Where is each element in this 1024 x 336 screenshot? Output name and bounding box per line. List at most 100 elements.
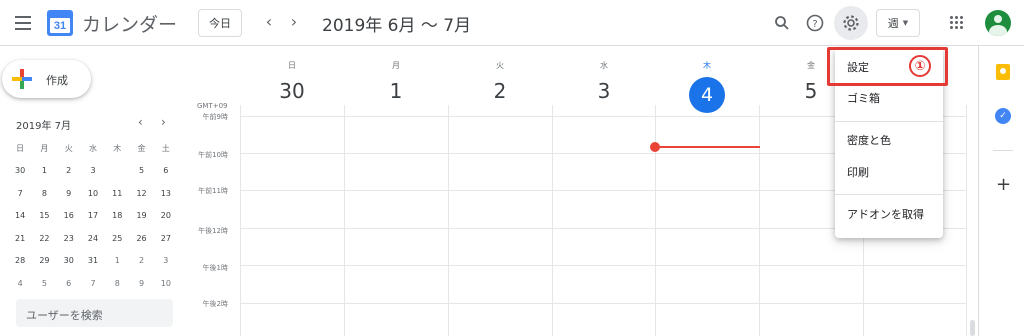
mini-day[interactable]: 4 xyxy=(8,279,32,288)
view-select-value: 週 xyxy=(887,17,899,30)
mini-day[interactable]: 18 xyxy=(105,211,129,220)
mini-day[interactable]: 15 xyxy=(32,211,56,220)
today-day-number[interactable]: 4 xyxy=(689,77,725,113)
mini-day[interactable]: 19 xyxy=(129,211,153,220)
day-column-header-today[interactable]: 木 4 xyxy=(655,60,759,113)
day-name: 水 xyxy=(600,61,608,70)
menu-item-trash[interactable]: ゴミ箱 xyxy=(835,84,943,112)
plus-icon xyxy=(12,69,32,89)
keep-icon[interactable] xyxy=(996,64,1010,80)
account-avatar[interactable] xyxy=(985,10,1011,36)
create-label: 作成 xyxy=(46,74,68,87)
menu-icon[interactable] xyxy=(12,12,34,34)
day-gridline xyxy=(448,105,449,336)
mini-day[interactable]: 10 xyxy=(154,279,178,288)
day-number[interactable]: 2 xyxy=(448,79,552,103)
day-number[interactable]: 1 xyxy=(344,79,448,103)
mini-calendar-week: 4 5 6 7 8 9 10 xyxy=(8,272,178,295)
weekday-label: 月 xyxy=(40,143,49,153)
mini-day[interactable]: 30 xyxy=(8,166,32,175)
today-button[interactable]: 今日 xyxy=(198,9,242,37)
mini-day[interactable]: 23 xyxy=(57,234,81,243)
apps-icon[interactable] xyxy=(950,16,964,30)
mini-day[interactable]: 20 xyxy=(154,211,178,220)
mini-prev-month-button[interactable]: ‹ xyxy=(138,115,143,129)
mini-calendar-week: 14 15 16 17 18 19 20 xyxy=(8,205,178,228)
create-button[interactable]: 作成 xyxy=(2,60,91,98)
day-number[interactable]: 3 xyxy=(552,79,656,103)
side-panel-separator xyxy=(993,150,1013,151)
mini-day[interactable]: 8 xyxy=(32,189,56,198)
date-range-title: 2019年 6月 〜 7月 xyxy=(322,16,472,36)
mini-day[interactable]: 7 xyxy=(81,279,105,288)
tasks-icon[interactable]: ✓ xyxy=(995,108,1011,124)
scrollbar[interactable] xyxy=(970,320,975,336)
mini-day[interactable]: 3 xyxy=(154,256,178,265)
day-gridline xyxy=(655,105,656,336)
time-label: 午後2時 xyxy=(202,300,228,308)
search-icon[interactable] xyxy=(771,12,793,34)
weekday-label: 日 xyxy=(16,143,25,153)
top-bar: 31 カレンダー 今日 ‹ › 2019年 6月 〜 7月 ? 週 ▼ xyxy=(0,0,1024,46)
mini-calendar-week: 28 29 30 31 1 2 3 xyxy=(8,250,178,273)
time-label: 午前11時 xyxy=(198,187,228,195)
mini-day[interactable]: 5 xyxy=(32,279,56,288)
add-addon-icon[interactable]: + xyxy=(996,174,1011,195)
mini-day[interactable]: 9 xyxy=(129,279,153,288)
day-column-header[interactable]: 月 1 xyxy=(344,60,448,103)
side-panel-divider xyxy=(978,46,979,336)
mini-day[interactable]: 9 xyxy=(57,189,81,198)
mini-day[interactable]: 1 xyxy=(32,166,56,175)
weekday-label: 水 xyxy=(88,143,97,153)
mini-day[interactable]: 12 xyxy=(129,189,153,198)
mini-day[interactable]: 3 xyxy=(81,166,105,175)
mini-day-today[interactable]: 4 xyxy=(105,161,129,179)
mini-day[interactable]: 5 xyxy=(129,166,153,175)
mini-day[interactable]: 31 xyxy=(81,256,105,265)
mini-day[interactable]: 13 xyxy=(154,189,178,198)
day-column-header[interactable]: 火 2 xyxy=(448,60,552,103)
mini-day[interactable]: 6 xyxy=(57,279,81,288)
mini-calendar-week: 30 1 2 3 4 5 6 xyxy=(8,160,178,183)
weekday-label: 火 xyxy=(64,143,73,153)
mini-day[interactable]: 2 xyxy=(57,166,81,175)
settings-icon[interactable] xyxy=(840,12,862,34)
mini-day[interactable]: 7 xyxy=(8,189,32,198)
mini-day[interactable]: 17 xyxy=(81,211,105,220)
mini-day[interactable]: 30 xyxy=(57,256,81,265)
weekday-label: 土 xyxy=(161,143,170,153)
mini-day[interactable]: 28 xyxy=(8,256,32,265)
mini-day[interactable]: 27 xyxy=(154,234,178,243)
day-number[interactable]: 30 xyxy=(240,79,344,103)
mini-day[interactable]: 6 xyxy=(154,166,178,175)
mini-day[interactable]: 24 xyxy=(81,234,105,243)
day-name: 月 xyxy=(392,61,400,70)
view-select[interactable]: 週 ▼ xyxy=(876,9,920,37)
mini-day[interactable]: 22 xyxy=(32,234,56,243)
mini-day[interactable]: 29 xyxy=(32,256,56,265)
day-column-header[interactable]: 水 3 xyxy=(552,60,656,103)
mini-day[interactable]: 2 xyxy=(129,256,153,265)
time-label: 午前10時 xyxy=(198,151,228,159)
menu-item-print[interactable]: 印刷 xyxy=(835,158,943,186)
mini-day[interactable]: 11 xyxy=(105,189,129,198)
next-week-button[interactable]: › xyxy=(284,12,304,31)
mini-day[interactable]: 8 xyxy=(105,279,129,288)
menu-item-density-color[interactable]: 密度と色 xyxy=(835,126,943,154)
hour-gridline xyxy=(240,303,967,304)
mini-day[interactable]: 25 xyxy=(105,234,129,243)
search-users-input[interactable]: ユーザーを検索 xyxy=(16,299,173,327)
day-gridline xyxy=(552,105,553,336)
prev-week-button[interactable]: ‹ xyxy=(259,12,279,31)
timezone-label: GMT+09 xyxy=(197,102,228,110)
mini-day[interactable]: 10 xyxy=(81,189,105,198)
mini-day[interactable]: 21 xyxy=(8,234,32,243)
menu-item-get-addons[interactable]: アドオンを取得 xyxy=(835,200,943,228)
mini-next-month-button[interactable]: › xyxy=(161,115,166,129)
help-icon[interactable]: ? xyxy=(804,12,826,34)
mini-day[interactable]: 26 xyxy=(129,234,153,243)
mini-day[interactable]: 14 xyxy=(8,211,32,220)
mini-day[interactable]: 1 xyxy=(105,256,129,265)
mini-day[interactable]: 16 xyxy=(57,211,81,220)
day-column-header[interactable]: 日 30 xyxy=(240,60,344,103)
